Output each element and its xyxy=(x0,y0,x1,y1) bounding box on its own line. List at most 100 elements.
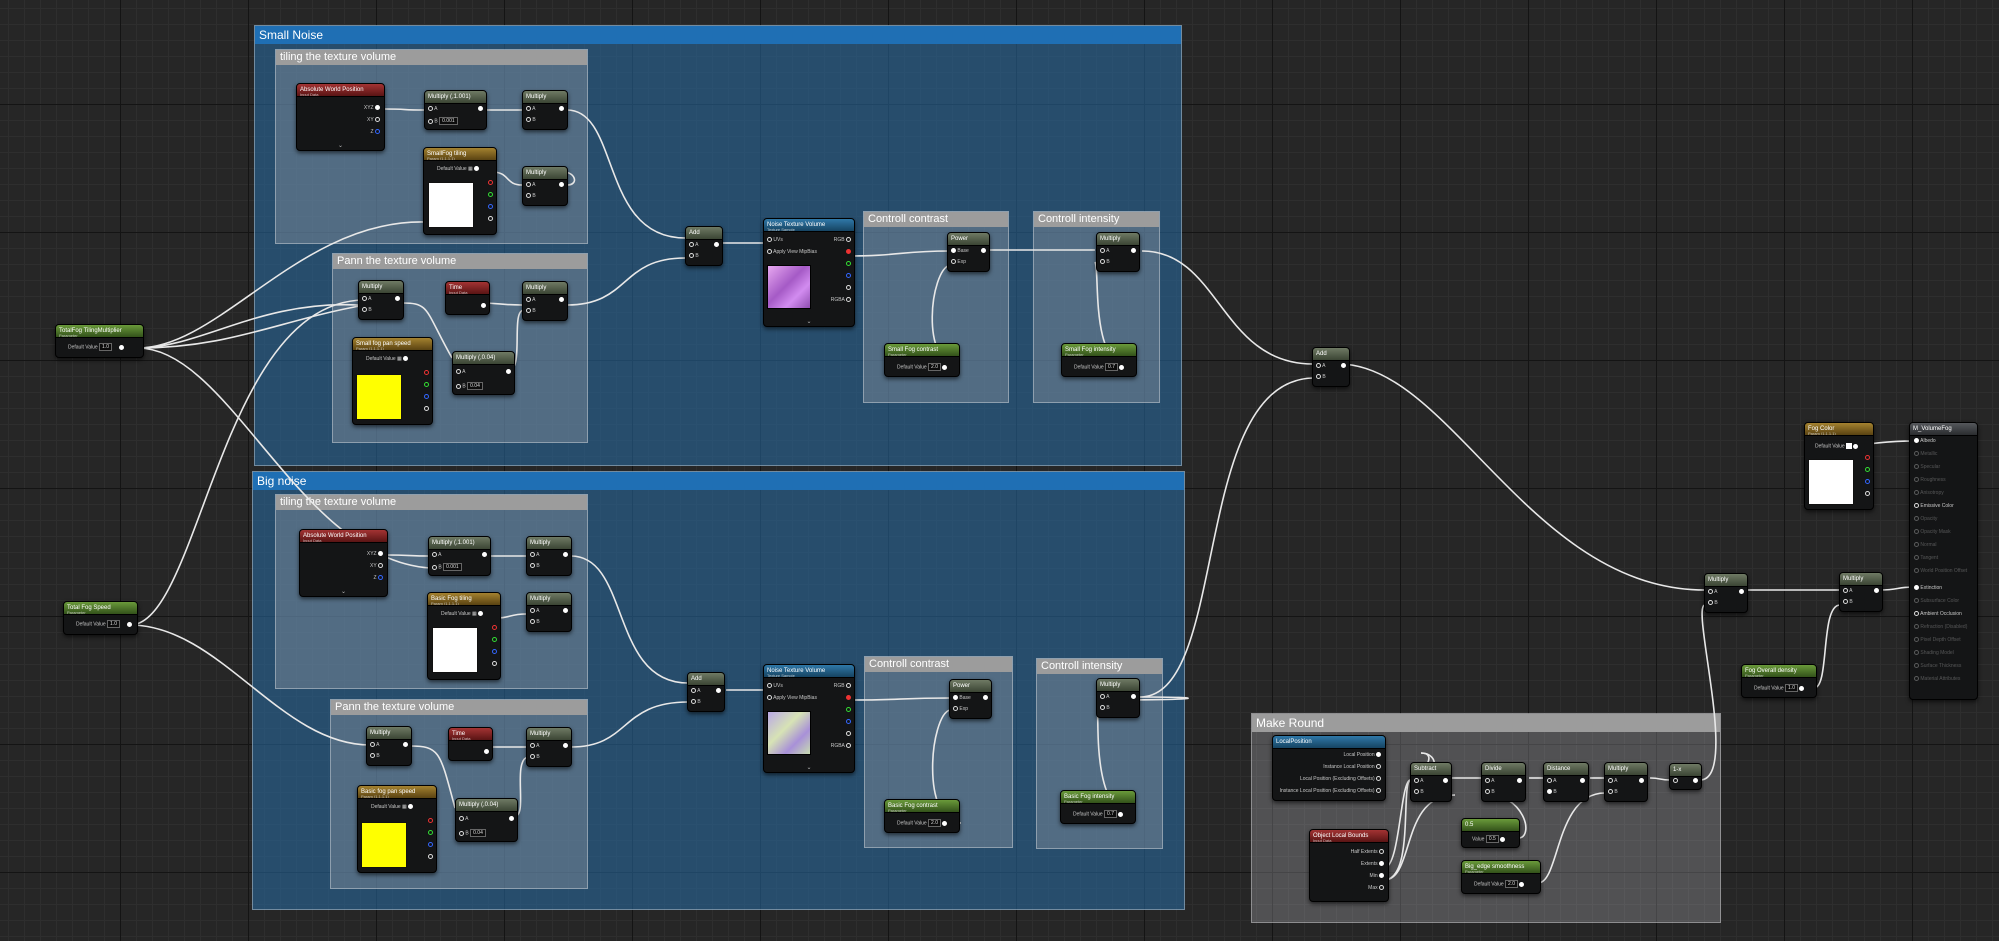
pin-b[interactable]: B xyxy=(1485,789,1495,796)
pin-a[interactable] xyxy=(424,406,429,413)
pin-instance-local-position-excluding-offsets[interactable]: Instance Local Position (Excluding Offse… xyxy=(1280,788,1381,795)
output-pin-icon[interactable] xyxy=(559,106,564,113)
output-pin-icon[interactable] xyxy=(1874,588,1879,595)
distance-node[interactable]: Distance A B xyxy=(1543,762,1589,802)
pin-rgb[interactable]: RGB xyxy=(834,237,851,244)
default-value-field[interactable]: Default Value 0.7 xyxy=(1074,363,1125,371)
pin-a[interactable]: A xyxy=(459,816,468,823)
pin-r[interactable] xyxy=(1865,455,1870,462)
pin-uvs[interactable]: UVs xyxy=(767,237,783,244)
pin-specular[interactable]: Specular xyxy=(1914,464,1940,471)
output-pin-icon[interactable] xyxy=(1580,778,1585,785)
pin-a[interactable]: A xyxy=(1414,778,1423,785)
pin-a[interactable]: A xyxy=(428,106,437,113)
output-pin-icon[interactable] xyxy=(1443,778,1448,785)
pin-b[interactable]: B 0.001 xyxy=(428,117,458,125)
pin-opacity[interactable]: Opacity xyxy=(1914,516,1937,523)
output-pin-icon[interactable] xyxy=(395,296,400,303)
small-fog-pan-speed-param-node[interactable]: Small fog pan speed Param (1,1,1,1) Defau… xyxy=(352,337,433,425)
add-node[interactable]: Add A B xyxy=(685,226,723,266)
pin-a[interactable]: A xyxy=(370,742,379,749)
pin-a[interactable]: A xyxy=(530,743,539,750)
output-pin-icon[interactable] xyxy=(506,369,511,376)
pin-b[interactable]: B xyxy=(362,307,372,314)
pin-g[interactable] xyxy=(846,261,851,268)
pin-half-extents[interactable]: Half Extents xyxy=(1351,849,1384,856)
output-pin-icon[interactable] xyxy=(559,297,564,304)
pin-b[interactable]: B xyxy=(689,253,699,260)
pin-subsurface-color[interactable]: Subsurface Color xyxy=(1914,598,1959,605)
output-pin-icon[interactable] xyxy=(559,182,564,189)
divide-node[interactable]: Divide A B xyxy=(1481,762,1526,802)
pin-g[interactable] xyxy=(428,830,433,837)
color-swatch[interactable] xyxy=(356,374,402,420)
pin-exp[interactable]: Exp xyxy=(953,706,968,713)
pin-a[interactable] xyxy=(1865,491,1870,498)
pin-uvs[interactable]: UVs xyxy=(767,683,783,690)
pin-b[interactable] xyxy=(1865,479,1870,486)
pin-g[interactable] xyxy=(492,637,497,644)
local-position-node[interactable]: LocalPosition Local Position Instance Lo… xyxy=(1272,735,1386,801)
pin-metallic[interactable]: Metallic xyxy=(1914,451,1937,458)
value-field[interactable]: Value 0.5 xyxy=(1472,835,1506,843)
pin-a[interactable]: A xyxy=(530,608,539,615)
pin-b[interactable]: B xyxy=(526,117,536,124)
pin-r[interactable] xyxy=(492,625,497,632)
pin-tangent[interactable]: Tangent xyxy=(1914,555,1938,562)
pin-b[interactable]: B 0.001 xyxy=(432,563,462,571)
default-value-field[interactable]: Default Value 0.7 xyxy=(1073,810,1124,818)
pin-local-position-excluding-offsets[interactable]: Local Position (Excluding Offsets) xyxy=(1300,776,1381,783)
multiply-node[interactable]: Multiply (,0.04) A B 0.04 xyxy=(452,351,515,395)
pin-b[interactable] xyxy=(424,394,429,401)
multiply-node[interactable]: Multiply A B xyxy=(366,726,412,766)
pin-a[interactable]: A xyxy=(526,297,535,304)
chevron-down-icon[interactable]: ⌄ xyxy=(297,143,384,149)
pin-b[interactable] xyxy=(488,204,493,211)
multiply-node[interactable]: Multiply A B xyxy=(1096,232,1140,272)
default-value-field[interactable]: Default Value 2.0 xyxy=(897,363,948,371)
pin-ambient-occlusion[interactable]: Ambient Occlusion xyxy=(1914,611,1962,618)
total-fog-tiling-param-node[interactable]: TotalFog TilingMultiplier Parameter Defau… xyxy=(55,324,144,358)
pin-z[interactable]: Z xyxy=(374,575,383,582)
output-pin-icon[interactable] xyxy=(478,106,483,113)
pin-anisotropy[interactable]: Anisotropy xyxy=(1914,490,1944,497)
pin-shading-model[interactable]: Shading Model xyxy=(1914,650,1954,657)
output-pin-icon[interactable] xyxy=(481,303,486,310)
fog-color-param-node[interactable]: Fog Color Param (1,1,1,1) Default Value xyxy=(1804,422,1874,510)
small-fog-intensity-param-node[interactable]: Small Fog intensity Parameter Default Val… xyxy=(1061,343,1137,377)
pin-b[interactable]: B xyxy=(1708,600,1718,607)
pin-world-position-offset[interactable]: World Position Offset xyxy=(1914,568,1967,575)
pin-b[interactable]: B xyxy=(1843,599,1853,606)
output-pin-icon[interactable] xyxy=(1739,589,1744,596)
default-value-field[interactable]: Default Value 2.0 xyxy=(1474,880,1525,888)
pin-extents[interactable]: Extents xyxy=(1361,861,1384,868)
pin-b[interactable] xyxy=(428,842,433,849)
pin-a[interactable] xyxy=(492,661,497,668)
one-minus-node[interactable]: 1-x xyxy=(1669,763,1702,790)
output-pin-icon[interactable] xyxy=(1517,778,1522,785)
fog-overall-density-param-node[interactable]: Fog Overall density Parameter Default Val… xyxy=(1741,664,1817,698)
multiply-node[interactable]: Multiply A B xyxy=(358,280,404,320)
pin-refraction[interactable]: Refraction (Disabled) xyxy=(1914,624,1967,631)
pin-max[interactable]: Max xyxy=(1368,885,1384,892)
pin-base[interactable]: Base xyxy=(951,248,969,255)
pin-b[interactable]: B xyxy=(530,754,540,761)
pin-a[interactable]: A xyxy=(689,242,698,249)
noise-texture-volume-node[interactable]: Noise Texture Volume Texture Sample UVs A… xyxy=(763,218,855,327)
output-pin-icon[interactable] xyxy=(509,816,514,823)
power-node[interactable]: Power Base Exp xyxy=(949,679,992,719)
pin-a[interactable]: A xyxy=(1547,778,1556,785)
pin-r[interactable] xyxy=(846,249,851,256)
small-fog-contrast-param-node[interactable]: Small Fog contrast Parameter Default Valu… xyxy=(884,343,960,377)
pin-a[interactable] xyxy=(846,731,851,738)
pin-a[interactable]: A xyxy=(530,552,539,559)
output-pin-icon[interactable] xyxy=(127,621,133,627)
multiply-node[interactable]: Multiply A B xyxy=(526,727,572,767)
output-pin-icon[interactable] xyxy=(563,608,568,615)
smallfog-tiling-param-node[interactable]: SmallFog tiling Param (1,1,1,1) Default V… xyxy=(423,147,497,235)
pin-local-position[interactable]: Local Position xyxy=(1343,752,1381,759)
pin-rgba[interactable]: RGBA xyxy=(831,743,851,750)
multiply-node[interactable]: Multiply A B xyxy=(1704,573,1748,613)
basic-fog-pan-speed-param-node[interactable]: Basic fog pan speed Param (1,1,1,1) Defau… xyxy=(357,785,437,873)
pin-b[interactable] xyxy=(846,273,851,280)
